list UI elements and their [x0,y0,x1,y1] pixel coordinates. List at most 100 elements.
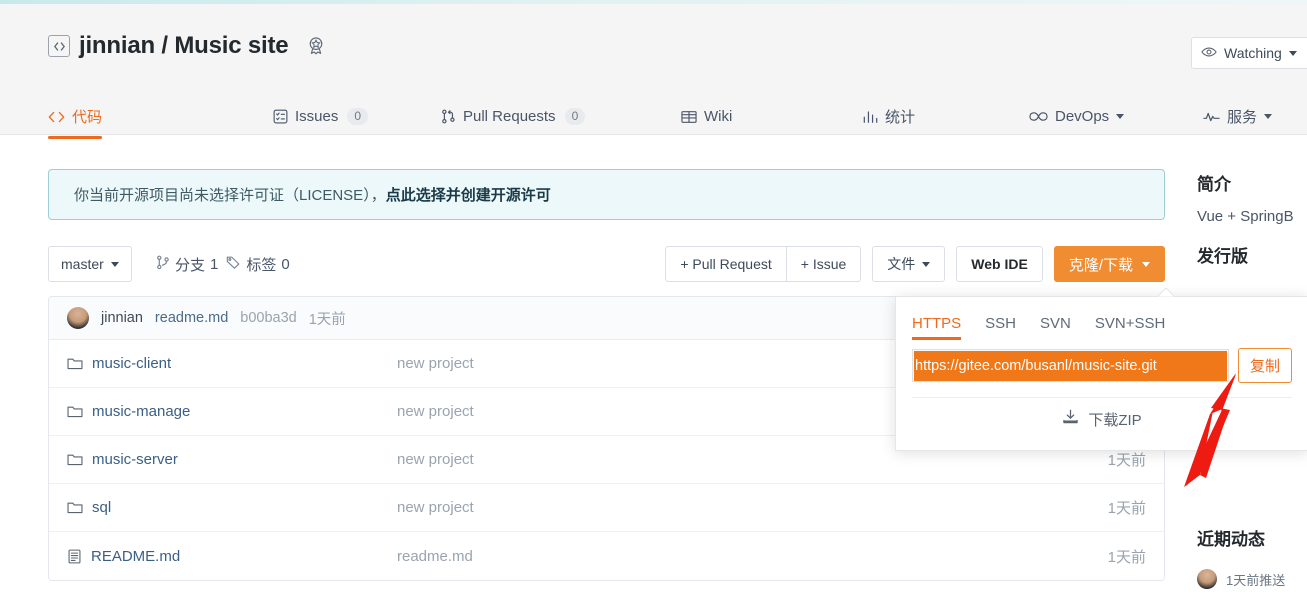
recent-activity-heading: 近期动态 [1197,530,1265,549]
repo-name[interactable]: Music site [174,32,288,59]
clone-download-label: 克隆/下载 [1068,256,1133,274]
file-name-cell: README.md [67,548,397,565]
eye-icon [1201,45,1217,61]
releases-heading: 发行版 [1197,247,1248,266]
tab-pull-requests[interactable]: Pull Requests 0 [441,92,586,139]
file-commit-message: new project [397,499,474,516]
folder-icon [67,405,83,418]
recent-activity-text: 1天前推送 [1226,572,1286,588]
branch-icon [156,255,170,274]
file-link[interactable]: music-manage [92,403,190,420]
tab-statistics-label: 统计 [885,109,916,126]
table-row[interactable]: README.md readme.md 1天前 [49,532,1164,580]
list-item[interactable]: 1天前推送 [1197,569,1285,589]
new-issue-button[interactable]: + Issue [785,246,862,282]
branch-selector[interactable]: master [48,246,132,282]
commit-author[interactable]: jinnian [101,310,143,326]
tab-code[interactable]: 代码 [48,92,103,139]
file-commit-time: 1天前 [1107,548,1146,566]
watching-label: Watching [1224,45,1282,61]
tab-issues-label: Issues [295,108,339,125]
file-link[interactable]: music-server [92,451,178,468]
issues-count-badge: 0 [347,108,369,125]
license-notice-banner: 你当前开源项目尚未选择许可证（LICENSE）， 点此选择并创建开源许可 [48,169,1165,220]
clone-url-input[interactable]: https://gitee.com/busanl/music-site.git [912,349,1229,382]
file-link[interactable]: README.md [91,548,180,565]
issues-icon [273,109,288,124]
avatar[interactable] [67,307,89,329]
branches-count: 1 [210,255,219,273]
wiki-book-icon [681,110,697,124]
intro-heading: 简介 [1197,175,1231,194]
clone-protocol-tabs: HTTPS SSH SVN SVN+SSH [896,297,1307,340]
award-badge-icon[interactable] [303,33,329,59]
folder-icon [67,357,83,370]
repo-owner[interactable]: jinnian [79,32,155,59]
repo-title-row: jinnian / Music site [48,32,329,60]
page-title: jinnian / Music site [79,32,289,60]
repo-header: jinnian / Music site Watching 代码 Issues … [0,4,1307,139]
download-icon [1062,409,1079,429]
file-document-icon [67,549,82,564]
title-separator: / [161,32,168,59]
folder-icon [67,453,83,466]
tab-services[interactable]: 服务 [1203,92,1273,139]
pulse-icon [1203,111,1220,123]
tab-devops-label: DevOps [1055,108,1110,125]
clone-download-popover: HTTPS SSH SVN SVN+SSH https://gitee.com/… [895,296,1307,451]
file-commit-message: new project [397,451,474,468]
folder-icon [67,501,83,514]
chevron-down-icon [1116,114,1125,119]
clone-download-button[interactable]: 克隆/下载 [1053,246,1165,282]
tag-icon [226,255,241,273]
tab-wiki[interactable]: Wiki [681,92,732,139]
license-notice-text: 你当前开源项目尚未选择许可证（LICENSE）， [74,187,386,204]
clone-url-value: https://gitee.com/busanl/music-site.git [914,350,1227,381]
file-commit-time: 1天前 [1107,452,1146,469]
file-link[interactable]: music-client [92,355,171,372]
repo-action-buttons: + Pull Request + Issue 文件 Web IDE 克隆/下载 [665,246,1165,282]
tab-svn[interactable]: SVN [1028,315,1083,340]
file-name-cell: sql [67,499,397,516]
table-row[interactable]: sql new project 1天前 [49,484,1164,532]
tab-https[interactable]: HTTPS [912,315,973,340]
download-zip-button[interactable]: 下载ZIP [896,398,1307,440]
tab-devops[interactable]: DevOps [1029,92,1125,139]
copy-url-button[interactable]: 复制 [1237,348,1292,383]
commit-sha[interactable]: b00ba3d [240,310,296,326]
web-ide-button[interactable]: Web IDE [956,246,1043,282]
file-menu-label: 文件 [887,256,916,272]
popover-arrow [1157,288,1175,297]
sidebar-section-recent: 近期动态 [1197,525,1265,550]
file-name-cell: music-server [67,451,397,468]
file-link[interactable]: sql [92,499,111,516]
file-commit-time: 1天前 [1107,500,1146,517]
intro-description: Vue + SpringB [1197,208,1294,225]
tags-link[interactable]: 标签 0 [226,254,290,275]
commit-message[interactable]: readme.md [155,310,228,326]
tab-ssh[interactable]: SSH [973,315,1028,340]
file-commit-message: readme.md [397,547,473,565]
chevron-down-icon [922,261,931,267]
file-menu-button[interactable]: 文件 [872,246,946,282]
pull-requests-count-badge: 0 [564,108,586,125]
chevron-down-icon [1142,261,1150,267]
repo-meta-links: 分支 1 标签 0 [156,246,290,282]
repo-toolbar: master 分支 1 标签 0 + Pull Request + Issue … [48,246,1165,282]
tab-statistics[interactable]: 统计 [863,92,915,139]
tab-svn-ssh[interactable]: SVN+SSH [1083,315,1177,340]
new-pull-request-button[interactable]: + Pull Request [665,246,787,282]
branches-link[interactable]: 分支 1 [156,254,218,275]
tab-issues[interactable]: Issues 0 [273,92,369,139]
watching-button[interactable]: Watching [1191,37,1307,69]
code-icon [48,111,65,123]
infinity-icon [1029,111,1048,122]
create-license-link[interactable]: 点此选择并创建开源许可 [386,184,551,205]
repo-nav-tabs: 代码 Issues 0 Pull Requests 0 Wiki 统计 DevO… [0,92,1307,139]
tab-services-label: 服务 [1227,109,1258,126]
branch-selector-label: master [61,256,104,272]
branches-label: 分支 [175,256,206,274]
file-name-cell: music-manage [67,403,397,420]
tab-pull-requests-label: Pull Requests [463,108,556,125]
avatar [1197,569,1217,589]
